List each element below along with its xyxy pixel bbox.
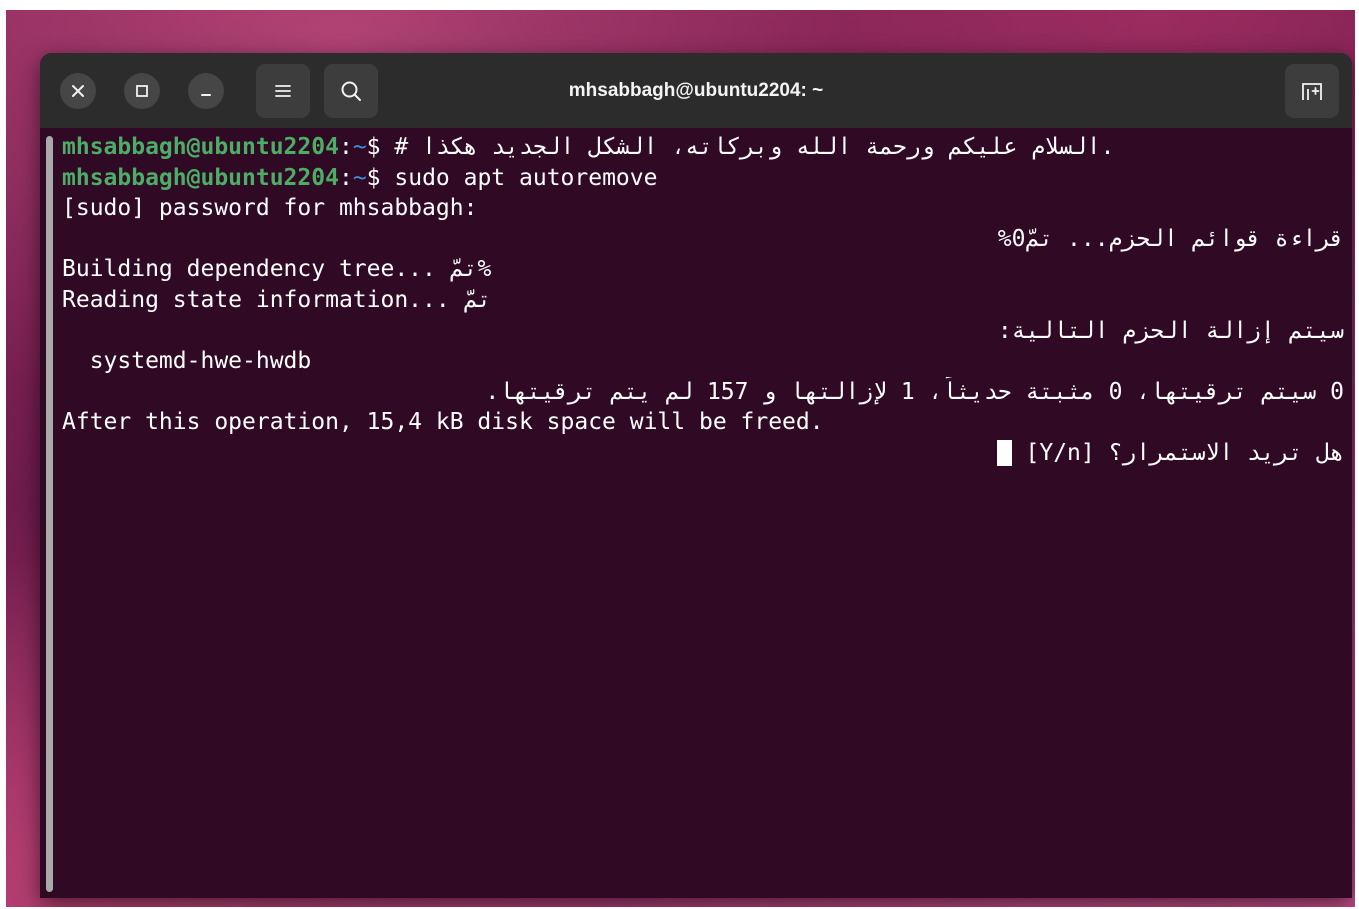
menu-button[interactable] xyxy=(256,64,310,118)
command-text: sudo apt autoremove xyxy=(394,164,658,191)
hamburger-menu-icon xyxy=(275,85,291,97)
terminal-prompt-line: هل تريد الاستمرار؟ [Y/n] xyxy=(62,438,1352,469)
search-icon xyxy=(341,81,361,101)
scrollbar[interactable] xyxy=(46,136,53,892)
terminal-line: mhsabbagh@ubuntu2204:~$ # السلام عليكم و… xyxy=(62,132,1352,163)
new-tab-icon xyxy=(1302,83,1322,100)
close-button[interactable] xyxy=(60,73,96,109)
close-icon xyxy=(72,85,84,97)
terminal-line: After this operation, 15,4 kB disk space… xyxy=(62,409,824,436)
minimize-button[interactable] xyxy=(188,73,224,109)
terminal-output: mhsabbagh@ubuntu2204:~$ # السلام عليكم و… xyxy=(62,132,1352,469)
terminal-line: Building dependency tree... تمّ% xyxy=(62,256,492,283)
search-button[interactable] xyxy=(324,64,378,118)
prompt-path: ~ xyxy=(352,134,367,160)
desktop-wallpaper: mhsabbagh@ubuntu2204: ~ mhsabbagh@ubuntu… xyxy=(6,10,1355,907)
prompt-symbol: $ xyxy=(366,164,395,191)
terminal-line: [sudo] password for mhsabbagh: xyxy=(62,195,478,222)
prompt-user: mhsabbagh@ubuntu2204 xyxy=(62,164,339,191)
terminal-line: 0 سيتم ترقيتها، 0 مثبتة حديثاً، 1 لإزالت… xyxy=(485,378,1344,405)
text-cursor xyxy=(996,440,1012,467)
terminal-line: قراءة قوائم الحزم... تمّ0% xyxy=(997,225,1344,252)
terminal-window: mhsabbagh@ubuntu2204: ~ mhsabbagh@ubuntu… xyxy=(40,53,1352,898)
minimize-icon xyxy=(201,94,211,96)
terminal-line: mhsabbagh@ubuntu2204:~$ sudo apt autorem… xyxy=(62,163,1352,194)
new-tab-button[interactable] xyxy=(1285,64,1339,118)
maximize-button[interactable] xyxy=(124,73,160,109)
prompt-separator: : xyxy=(338,164,353,191)
window-title: mhsabbagh@ubuntu2204: ~ xyxy=(568,80,824,101)
maximize-icon xyxy=(136,85,148,97)
terminal-line: سيتم إزالة الحزم التالية: xyxy=(997,317,1344,344)
titlebar: mhsabbagh@ubuntu2204: ~ xyxy=(40,53,1352,128)
prompt-symbol: $ xyxy=(366,134,395,160)
prompt-path: ~ xyxy=(352,164,367,191)
prompt-separator: : xyxy=(338,134,353,160)
terminal-line: Reading state information... تمّ xyxy=(62,286,492,313)
prompt-user: mhsabbagh@ubuntu2204 xyxy=(62,134,339,160)
command-text: # السلام عليكم ورحمة الله وبركاته، الشكل… xyxy=(394,134,1115,160)
confirm-prompt: هل تريد الاستمرار؟ [Y/n] xyxy=(1011,439,1344,466)
terminal-content[interactable]: mhsabbagh@ubuntu2204:~$ # السلام عليكم و… xyxy=(40,128,1352,898)
terminal-line: systemd-hwe-hwdb xyxy=(62,348,312,375)
